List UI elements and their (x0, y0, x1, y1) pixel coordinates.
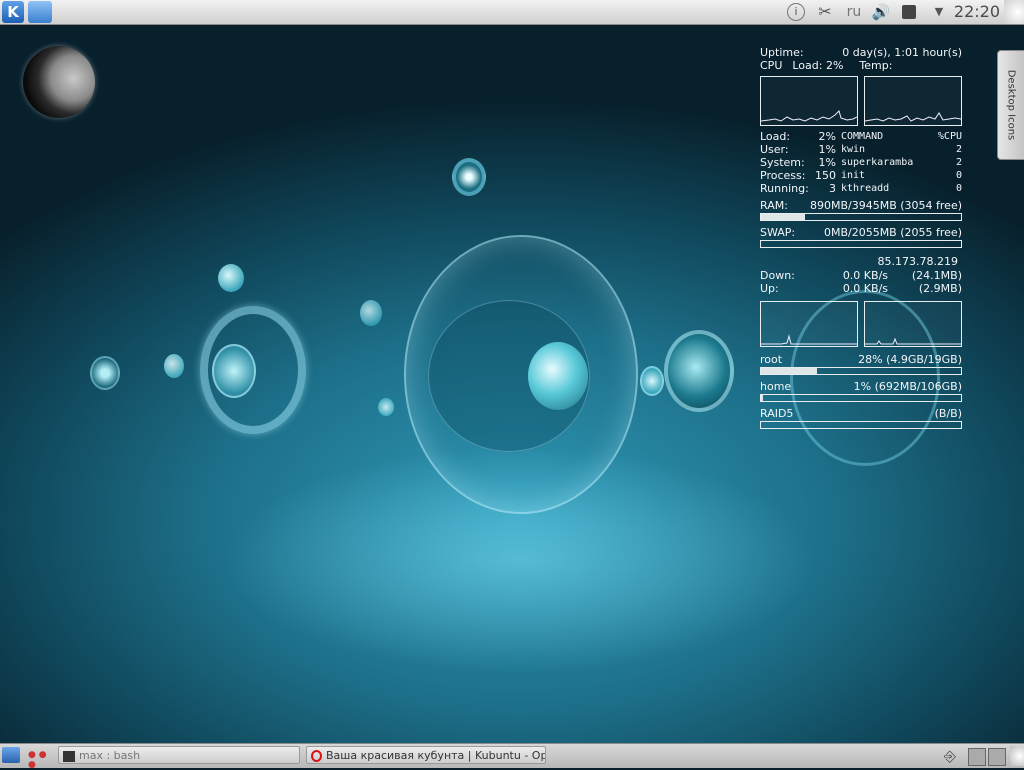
disk-bar-root (760, 367, 962, 375)
stat-row: Process: 150 (760, 169, 836, 182)
clock[interactable]: 22:20 (954, 0, 1000, 24)
show-desktop-icon[interactable] (2, 747, 20, 763)
top-panel: K i ✂ ru 🔊 ▼ 22:20 (0, 0, 1024, 25)
process-row: kwin 2 (841, 144, 962, 155)
uptime-value: 0 day(s), 1:01 hour(s) (842, 46, 962, 59)
bubble-dot-5 (378, 398, 394, 416)
bubble-dot-4 (164, 354, 184, 378)
desktop-icons-tab[interactable]: Desktop Icons (997, 50, 1024, 160)
disk-label: home (760, 380, 792, 393)
folder-icon[interactable] (28, 1, 52, 23)
bubble-dot-1 (218, 264, 244, 292)
net-graph-down (760, 301, 858, 347)
ram-bar (760, 213, 962, 221)
info-icon[interactable]: i (786, 0, 806, 24)
bottom-panel: ● ● ● max : bash Ваша красивая кубунта |… (0, 743, 1024, 770)
task-label: Ваша красивая кубунта | Kubuntu - Opera (326, 749, 546, 762)
stat-row: Load: 2% (760, 130, 836, 143)
scissors-icon[interactable]: ✂ (814, 0, 836, 24)
process-header: COMMAND %CPU (841, 131, 962, 142)
stat-row: System: 1% (760, 156, 836, 169)
cpu-label: CPU (760, 59, 783, 72)
bubble-dot-3 (90, 356, 120, 390)
tiles-icon[interactable] (968, 748, 986, 766)
cpu-graph-1 (760, 76, 858, 126)
moon-phase-widget (23, 46, 95, 118)
tiles-icon-2[interactable] (988, 748, 1006, 766)
task-button-opera[interactable]: Ваша красивая кубунта | Kubuntu - Opera (306, 746, 546, 764)
cashew-icon[interactable] (1004, 0, 1024, 24)
disk-label: RAID5 (760, 407, 794, 420)
system-monitor-widget: Uptime: 0 day(s), 1:01 hour(s) CPU Load:… (760, 46, 962, 429)
process-row: init 0 (841, 170, 962, 181)
keyboard-layout-indicator[interactable]: ru (842, 0, 866, 24)
cpu-load: Load: 2% (792, 59, 844, 72)
down-row: Down: 0.0 KB/s (24.1MB) (760, 269, 962, 282)
cpu-graph-2 (864, 76, 962, 126)
bubble-ring-right (664, 330, 734, 412)
bubble-dot-2 (360, 300, 382, 326)
uptime-label: Uptime: (760, 46, 804, 59)
bubble-sphere-center (528, 342, 588, 410)
process-row: kthreadd 0 (841, 183, 962, 194)
net-graph-up (864, 301, 962, 347)
stat-row: Running: 3 (760, 182, 836, 195)
disk-bar-home (760, 394, 962, 402)
task-label: max : bash (79, 749, 141, 762)
bubble-dot-6 (640, 366, 664, 396)
cashew-icon[interactable] (1010, 746, 1024, 766)
ip-address: 85.173.78.219 (877, 255, 958, 268)
network-icon[interactable] (898, 0, 920, 24)
chevron-down-icon[interactable]: ▼ (930, 0, 948, 24)
swap-label: SWAP: (760, 226, 796, 239)
desktop-icons-label: Desktop Icons (1005, 69, 1017, 141)
stat-row: User: 1% (760, 143, 836, 156)
disk-value: 1% (692MB/106GB) (853, 380, 962, 393)
terminal-icon (63, 750, 75, 762)
up-row: Up: 0.0 KB/s (2.9MB) (760, 282, 962, 295)
bubble-ring-left-inner (212, 344, 256, 398)
swap-value: 0MB/2055MB (2055 free) (823, 226, 962, 239)
disk-bar-raid5 (760, 421, 962, 429)
pager-icon[interactable]: ● ● ● (28, 750, 50, 770)
task-button-terminal[interactable]: max : bash (58, 746, 300, 764)
usb-icon[interactable]: ⎆ (940, 747, 960, 765)
ram-value: 890MB/3945MB (3054 free) (809, 199, 962, 212)
temp-label: Temp: (859, 59, 893, 72)
disk-value: (B/B) (934, 407, 962, 420)
bubble-small-top (452, 158, 486, 196)
disk-label: root (760, 353, 783, 366)
ram-label: RAM: (760, 199, 788, 212)
swap-bar (760, 240, 962, 248)
process-row: superkaramba 2 (841, 157, 962, 168)
opera-icon (311, 750, 322, 762)
disk-value: 28% (4.9GB/19GB) (858, 353, 962, 366)
volume-icon[interactable]: 🔊 (870, 0, 892, 24)
kde-logo-icon[interactable]: K (2, 1, 24, 23)
